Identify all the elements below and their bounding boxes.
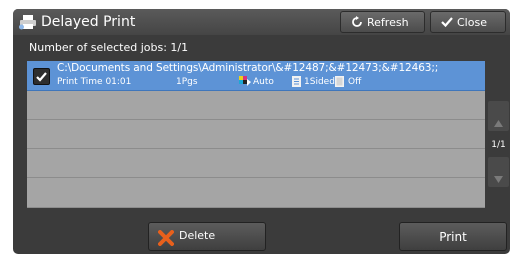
- staple-icon: [335, 76, 345, 90]
- job-color-mode: Auto: [253, 77, 274, 87]
- delete-button[interactable]: Delete: [148, 222, 266, 251]
- window-title: Delayed Print: [41, 14, 136, 30]
- scroll-up-button[interactable]: [488, 101, 509, 131]
- triangle-down-icon: [494, 168, 503, 187]
- printer-icon: [19, 14, 37, 30]
- print-button[interactable]: Print: [399, 222, 507, 251]
- job-print-time: Print Time 01:01: [57, 77, 132, 87]
- triangle-up-icon: [494, 112, 503, 131]
- empty-row: [27, 91, 485, 120]
- sided-icon: [292, 76, 302, 90]
- close-label: Close: [457, 16, 487, 29]
- job-sided: 1Sided: [304, 77, 335, 87]
- scroll-down-button[interactable]: [488, 157, 509, 187]
- job-list: C:\Documents and Settings\Administrator\…: [27, 61, 485, 208]
- title-bar: Delayed Print Refresh Close: [13, 9, 510, 35]
- job-pages: 1Pgs: [176, 77, 198, 87]
- close-button[interactable]: Close: [430, 11, 506, 33]
- pager: 1/1: [487, 61, 510, 208]
- empty-row: [27, 149, 485, 178]
- job-checkbox[interactable]: [33, 68, 50, 85]
- refresh-button[interactable]: Refresh: [340, 11, 425, 33]
- color-mode-icon: [239, 76, 251, 90]
- job-name: C:\Documents and Settings\Administrator\…: [57, 62, 439, 74]
- empty-row: [27, 120, 485, 149]
- job-staple: Off: [348, 77, 362, 87]
- delete-label: Delete: [179, 229, 216, 242]
- empty-row: [27, 178, 485, 208]
- page-indicator: 1/1: [491, 140, 506, 150]
- refresh-label: Refresh: [367, 16, 409, 29]
- selected-jobs-count: Number of selected jobs: 1/1: [29, 41, 189, 54]
- delayed-print-dialog: Delayed Print Refresh Close Number of se…: [13, 9, 510, 254]
- delete-x-icon: [158, 230, 174, 246]
- print-label: Print: [439, 230, 467, 244]
- refresh-icon: [351, 16, 363, 30]
- job-row[interactable]: C:\Documents and Settings\Administrator\…: [27, 61, 485, 91]
- checkmark-icon: [441, 16, 453, 30]
